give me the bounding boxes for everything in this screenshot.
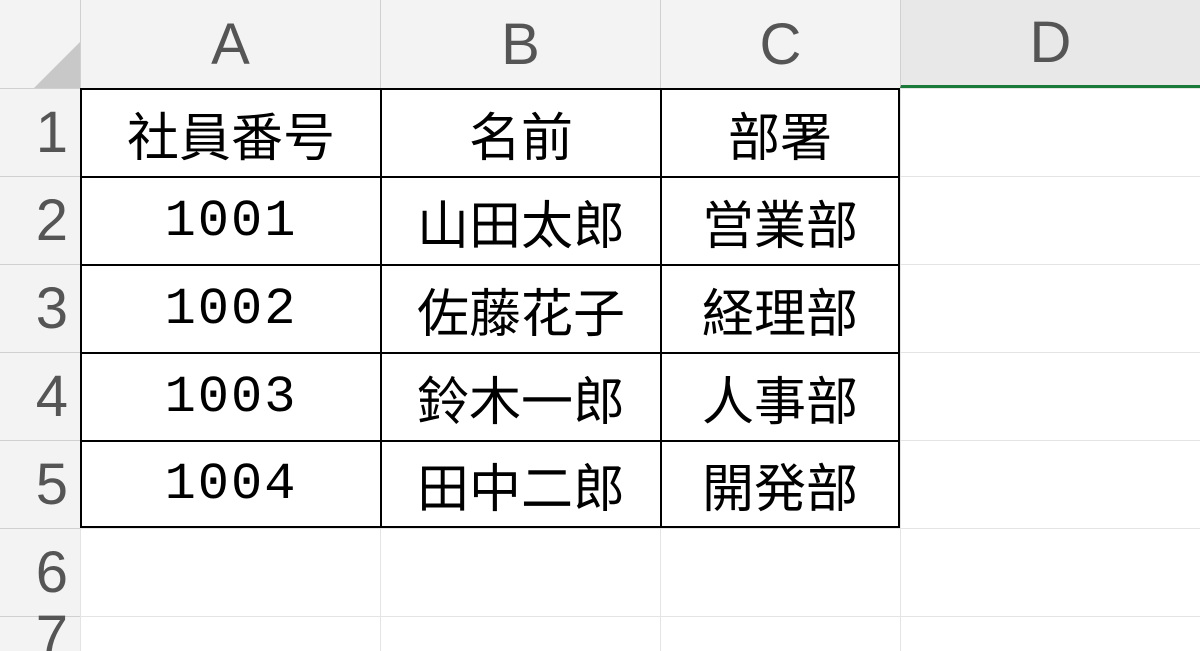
row-header-1[interactable]: 1 bbox=[0, 88, 80, 176]
cell-c6[interactable] bbox=[660, 528, 900, 616]
cell-a1[interactable]: 社員番号 bbox=[80, 88, 380, 176]
cell-c2[interactable]: 営業部 bbox=[660, 176, 900, 264]
select-all-triangle-icon bbox=[34, 42, 80, 88]
column-header-b[interactable]: B bbox=[380, 0, 660, 88]
cell-b2[interactable]: 山田太郎 bbox=[380, 176, 660, 264]
cell-b7[interactable] bbox=[380, 616, 660, 651]
cell-b6[interactable] bbox=[380, 528, 660, 616]
cell-d7[interactable] bbox=[900, 616, 1200, 651]
cell-c5[interactable]: 開発部 bbox=[660, 440, 900, 528]
spreadsheet-grid: A B C D 1 社員番号 名前 部署 2 1001 山田太郎 営業部 3 1… bbox=[0, 0, 1200, 651]
cell-a7[interactable] bbox=[80, 616, 380, 651]
cell-a4[interactable]: 1003 bbox=[80, 352, 380, 440]
cell-c1[interactable]: 部署 bbox=[660, 88, 900, 176]
cell-c3[interactable]: 経理部 bbox=[660, 264, 900, 352]
row-header-7[interactable]: 7 bbox=[0, 616, 80, 651]
row-header-3[interactable]: 3 bbox=[0, 264, 80, 352]
cell-d6[interactable] bbox=[900, 528, 1200, 616]
cell-a6[interactable] bbox=[80, 528, 380, 616]
row-header-5[interactable]: 5 bbox=[0, 440, 80, 528]
cell-d1[interactable] bbox=[900, 88, 1200, 176]
cell-b3[interactable]: 佐藤花子 bbox=[380, 264, 660, 352]
cell-a3[interactable]: 1002 bbox=[80, 264, 380, 352]
row-header-4[interactable]: 4 bbox=[0, 352, 80, 440]
cell-a5[interactable]: 1004 bbox=[80, 440, 380, 528]
cell-b4[interactable]: 鈴木一郎 bbox=[380, 352, 660, 440]
select-all-corner[interactable] bbox=[0, 0, 80, 88]
cell-b1[interactable]: 名前 bbox=[380, 88, 660, 176]
cell-d4[interactable] bbox=[900, 352, 1200, 440]
column-header-c[interactable]: C bbox=[660, 0, 900, 88]
cell-d5[interactable] bbox=[900, 440, 1200, 528]
row-header-2[interactable]: 2 bbox=[0, 176, 80, 264]
cell-c7[interactable] bbox=[660, 616, 900, 651]
cell-a2[interactable]: 1001 bbox=[80, 176, 380, 264]
cell-c4[interactable]: 人事部 bbox=[660, 352, 900, 440]
cell-d2[interactable] bbox=[900, 176, 1200, 264]
cell-d3[interactable] bbox=[900, 264, 1200, 352]
cell-b5[interactable]: 田中二郎 bbox=[380, 440, 660, 528]
column-header-a[interactable]: A bbox=[80, 0, 380, 88]
column-header-d[interactable]: D bbox=[900, 0, 1200, 88]
